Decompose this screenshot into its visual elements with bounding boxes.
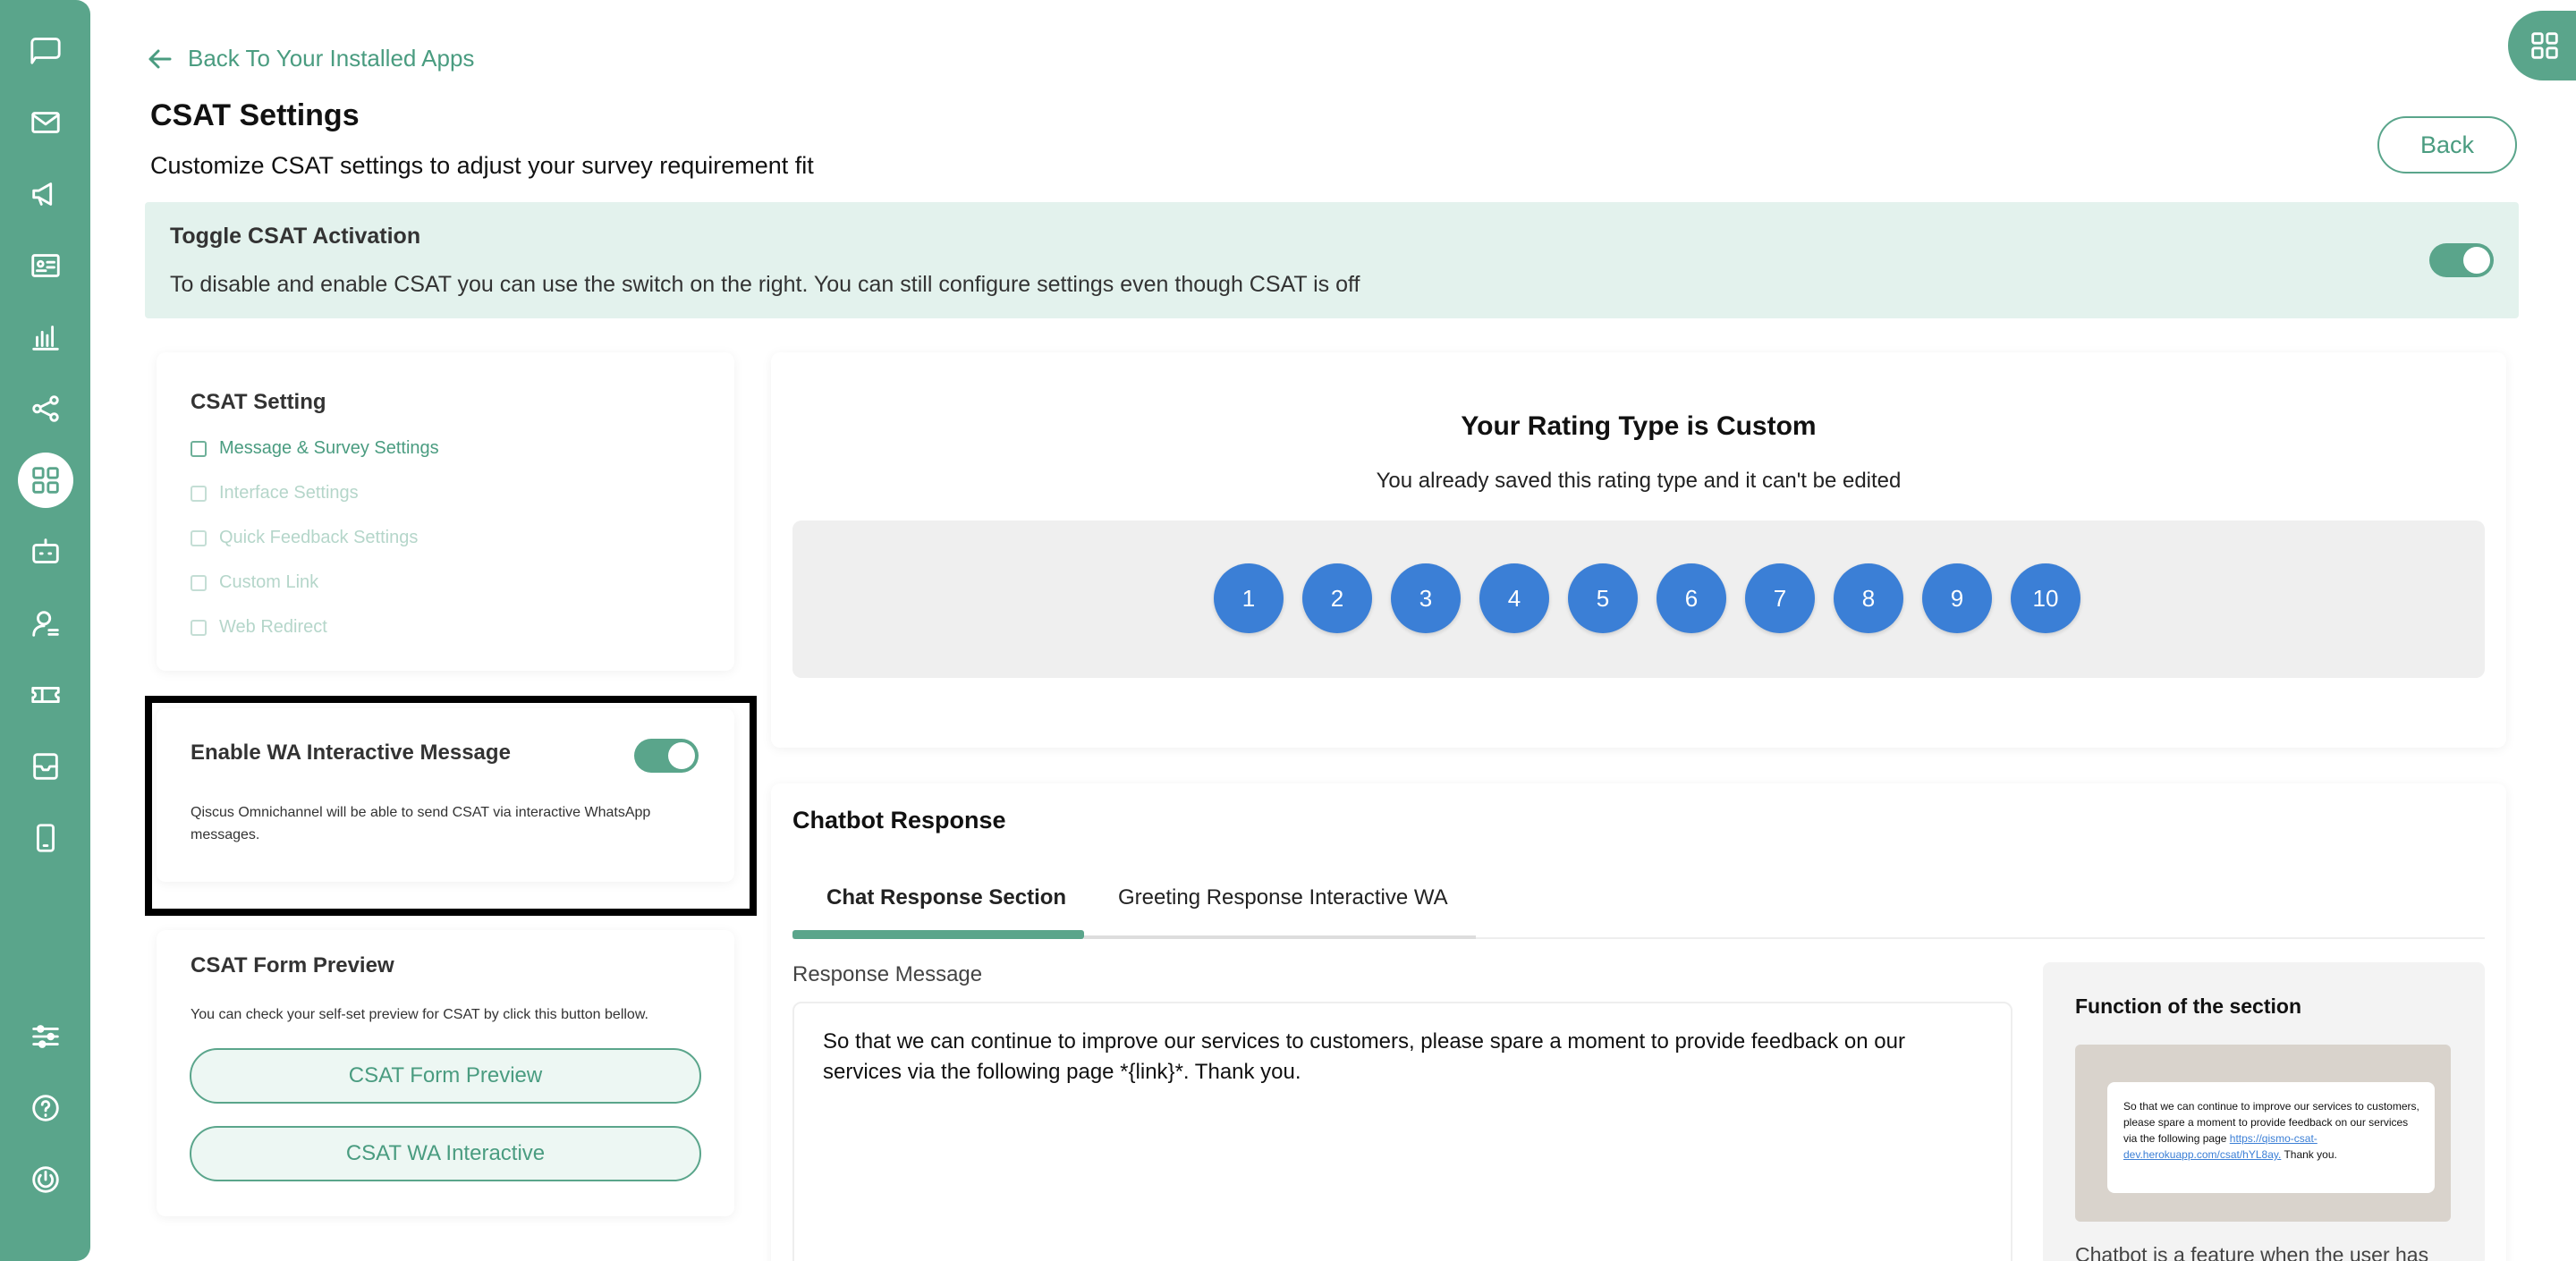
grid-icon	[2531, 32, 2558, 59]
tab-greeting-response-interactive-wa[interactable]: Greeting Response Interactive WA	[1118, 885, 1448, 910]
help-icon[interactable]	[18, 1080, 73, 1136]
banner-description: To disable and enable CSAT you can use t…	[170, 272, 1360, 297]
apps-icon[interactable]	[18, 453, 73, 508]
rating-option: 4	[1479, 563, 1549, 633]
sidebar	[0, 0, 90, 1261]
analytics-icon[interactable]	[18, 309, 73, 365]
power-icon[interactable]	[18, 1152, 73, 1207]
form-preview-title: CSAT Form Preview	[191, 953, 394, 977]
rating-option: 1	[1214, 563, 1284, 633]
banner-title: Toggle CSAT Activation	[170, 224, 421, 249]
rating-option: 7	[1745, 563, 1815, 633]
message-icon	[191, 440, 207, 457]
preview-suffix: Thank you.	[2284, 1148, 2337, 1161]
inbox-icon[interactable]	[18, 739, 73, 794]
ticket-icon[interactable]	[18, 667, 73, 723]
menu-message-survey-settings[interactable]: Message & Survey Settings	[191, 438, 439, 459]
menu-item-label: Interface Settings	[219, 483, 359, 503]
chat-icon[interactable]	[18, 21, 73, 77]
rating-scale	[792, 520, 2485, 678]
back-link-label: Back To Your Installed Apps	[188, 45, 475, 72]
link-icon	[191, 574, 207, 591]
contacts-icon[interactable]	[18, 238, 73, 293]
bot-icon[interactable]	[18, 524, 73, 580]
csat-form-preview-button[interactable]: CSAT Form Preview	[190, 1048, 701, 1104]
response-message-label: Response Message	[792, 962, 983, 986]
highlight-box	[145, 696, 757, 916]
tab-inactive-indicator	[1084, 935, 1476, 939]
apps-menu-button[interactable]	[2508, 11, 2576, 80]
page-subtitle: Customize CSAT settings to adjust your s…	[150, 152, 814, 179]
menu-web-redirect[interactable]: Web Redirect	[191, 617, 327, 638]
tab-active-indicator	[792, 930, 1084, 939]
back-to-installed-apps-link[interactable]: Back To Your Installed Apps	[147, 45, 474, 72]
csat-setting-title: CSAT Setting	[191, 390, 326, 414]
mail-icon[interactable]	[18, 95, 73, 150]
integration-icon[interactable]	[18, 381, 73, 436]
tab-chat-response-section[interactable]: Chat Response Section	[826, 885, 1066, 910]
rating-option: 3	[1391, 563, 1461, 633]
csat-activation-toggle[interactable]	[2429, 243, 2494, 277]
redirect-icon	[191, 619, 207, 636]
csat-setting-card: CSAT Setting Message & Survey Settings I…	[157, 352, 734, 671]
layout-icon	[191, 485, 207, 502]
rating-option: 9	[1922, 563, 1992, 633]
menu-item-label: Web Redirect	[219, 617, 327, 637]
menu-interface-settings[interactable]: Interface Settings	[191, 483, 359, 504]
function-section-panel: Function of the section So that we can c…	[2043, 962, 2485, 1261]
feedback-icon	[191, 529, 207, 546]
chatbot-response-title: Chatbot Response	[792, 807, 1006, 834]
rating-option: 8	[1834, 563, 1903, 633]
rating-subtitle: You already saved this rating type and i…	[1376, 469, 1902, 493]
page-title: CSAT Settings	[150, 98, 360, 132]
function-description: Chatbot is a feature when the user has	[2075, 1243, 2429, 1261]
megaphone-icon[interactable]	[18, 166, 73, 222]
arrow-left-icon	[148, 49, 172, 68]
csat-activation-banner: Toggle CSAT Activation To disable and en…	[145, 202, 2519, 318]
rating-option: 2	[1302, 563, 1372, 633]
rating-option: 10	[2011, 563, 2080, 633]
back-button[interactable]: Back	[2377, 116, 2517, 173]
chat-preview-image: So that we can continue to improve our s…	[2075, 1045, 2451, 1222]
menu-item-label: Message & Survey Settings	[219, 438, 439, 458]
rating-title: Your Rating Type is Custom	[1461, 411, 1817, 441]
rating-option: 6	[1657, 563, 1726, 633]
rating-option: 5	[1568, 563, 1638, 633]
menu-item-label: Custom Link	[219, 572, 319, 592]
menu-item-label: Quick Feedback Settings	[219, 528, 419, 547]
menu-quick-feedback-settings[interactable]: Quick Feedback Settings	[191, 528, 418, 548]
agent-icon[interactable]	[18, 596, 73, 651]
csat-wa-interactive-button[interactable]: CSAT WA Interactive	[190, 1126, 701, 1181]
function-title: Function of the section	[2075, 994, 2301, 1018]
mobile-icon[interactable]	[18, 810, 73, 866]
response-message-textarea[interactable]: So that we can continue to improve our s…	[792, 1002, 2012, 1261]
chat-preview-bubble: So that we can continue to improve our s…	[2107, 1082, 2435, 1193]
settings-icon[interactable]	[18, 1009, 73, 1064]
form-preview-description: You can check your self-set preview for …	[191, 1007, 648, 1022]
response-message-text: So that we can continue to improve our s…	[823, 1029, 1905, 1084]
menu-custom-link[interactable]: Custom Link	[191, 572, 318, 593]
